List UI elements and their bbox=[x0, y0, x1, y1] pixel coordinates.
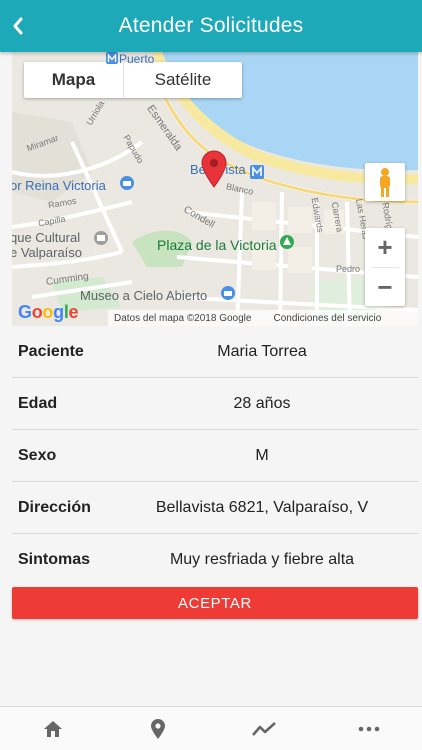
map-label-museo: Museo a Cielo Abierto bbox=[80, 288, 208, 303]
map-attribution: Datos del mapa ©2018 Google Condiciones … bbox=[108, 310, 418, 326]
bottom-nav bbox=[0, 706, 422, 750]
map-label-valparaiso: e Valparaíso bbox=[12, 245, 83, 260]
back-button[interactable] bbox=[4, 10, 32, 42]
detail-label: Paciente bbox=[18, 342, 84, 360]
zoom-out-button[interactable]: − bbox=[365, 268, 405, 307]
detail-value: M bbox=[255, 446, 269, 464]
detail-label: Edad bbox=[18, 394, 58, 412]
detail-label: Dirección bbox=[18, 498, 91, 516]
google-logo: Google bbox=[18, 302, 79, 322]
app-header: Atender Solicitudes bbox=[0, 0, 422, 52]
map-label-plaza-victoria: Plaza de la Victoria bbox=[157, 237, 277, 253]
map-poi-icon bbox=[221, 286, 235, 300]
street-view-button[interactable] bbox=[365, 163, 405, 201]
map-poi-icon bbox=[120, 176, 134, 190]
nav-stats[interactable] bbox=[211, 707, 317, 750]
map-label-reina-victoria: or Reina Victoria bbox=[12, 178, 106, 193]
terms-link[interactable]: Condiciones del servicio bbox=[273, 313, 381, 324]
detail-label: Sexo bbox=[18, 446, 57, 464]
zoom-in-button[interactable]: + bbox=[365, 228, 405, 267]
map-label-puerto: Puerto bbox=[119, 52, 155, 66]
map-label-pedro: Pedro bbox=[336, 264, 361, 274]
map-type-map-button[interactable]: Mapa bbox=[24, 62, 124, 98]
map-poi-icon bbox=[94, 231, 108, 245]
home-icon bbox=[43, 720, 62, 737]
map-data-credit: Datos del mapa ©2018 Google bbox=[114, 312, 252, 324]
nav-home[interactable] bbox=[0, 707, 106, 750]
map-metro-icon bbox=[250, 165, 264, 179]
pegman-icon bbox=[380, 168, 390, 197]
detail-row-address: Dirección Bellavista 6821, Valparaíso, V bbox=[12, 482, 418, 534]
nav-location[interactable] bbox=[106, 707, 212, 750]
map-type-satellite-button[interactable]: Satélite bbox=[124, 62, 242, 98]
chevron-left-icon bbox=[13, 17, 23, 35]
zoom-control: + − bbox=[365, 228, 405, 306]
nav-more[interactable] bbox=[317, 707, 422, 750]
detail-value: Maria Torrea bbox=[217, 342, 307, 360]
detail-value: Bellavista 6821, Valparaíso, V bbox=[155, 498, 369, 516]
map-type-control: Mapa Satélite bbox=[24, 62, 242, 98]
detail-row-age: Edad 28 años bbox=[12, 378, 418, 430]
app-screen: Atender Solicitudes Mapa Satélite Puerto… bbox=[0, 0, 422, 750]
detail-row-patient: Paciente Maria Torrea bbox=[12, 326, 418, 378]
trending-icon bbox=[251, 721, 276, 736]
detail-value: 28 años bbox=[233, 394, 291, 412]
detail-label: Sintomas bbox=[18, 551, 91, 568]
page-title: Atender Solicitudes bbox=[118, 14, 304, 37]
more-dots-icon bbox=[358, 726, 380, 731]
detail-value: Muy resfriada y fiebre alta bbox=[169, 551, 355, 568]
map-poi-icon bbox=[280, 235, 294, 249]
detail-row-symptoms: Sintomas Muy resfriada y fiebre alta bbox=[12, 534, 418, 586]
map-label-centro-cultural: que Cultural bbox=[12, 230, 81, 245]
location-pin-icon bbox=[151, 718, 166, 739]
detail-row-sex: Sexo M bbox=[12, 430, 418, 482]
map-metro-icon bbox=[106, 52, 118, 64]
accept-button[interactable]: ACEPTAR bbox=[12, 587, 418, 619]
patient-details: Paciente Maria Torrea Edad 28 años Sexo … bbox=[12, 326, 418, 586]
map-view[interactable]: Mapa Satélite Puerto Esmeralda Bellavist… bbox=[12, 52, 418, 326]
location-marker-icon[interactable] bbox=[201, 150, 227, 188]
